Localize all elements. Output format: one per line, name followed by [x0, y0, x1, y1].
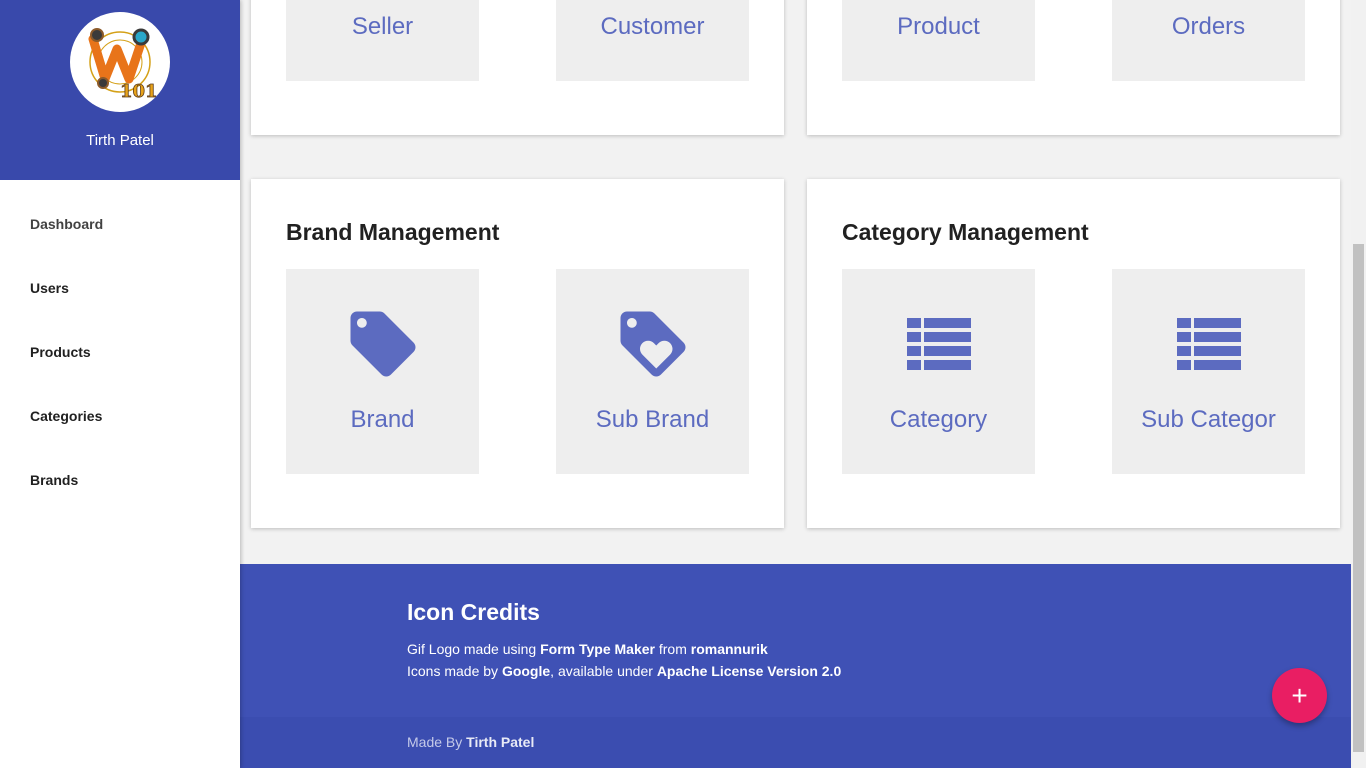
customer-tile-label: Customer [600, 13, 705, 40]
sidebar-item-products[interactable]: Products [0, 320, 240, 384]
seller-tile[interactable]: Seller [286, 0, 479, 81]
form-type-maker-link[interactable]: Form Type Maker [540, 641, 655, 657]
category-management-card: Category Management Category Sub Categor [807, 179, 1340, 528]
brand-management-card: Brand Management Brand Sub Brand [251, 179, 784, 528]
user-name: Tirth Patel [86, 132, 154, 149]
add-button[interactable]: + [1272, 668, 1327, 723]
romannurik-link[interactable]: romannurik [691, 641, 768, 657]
category-tile-label: Category [889, 406, 988, 433]
credits-title: Icon Credits [407, 599, 540, 625]
sidebar-nav: Dashboard Users Products Categories Bran… [0, 180, 240, 512]
category-management-title: Category Management [842, 219, 1089, 245]
avatar[interactable]: 101 [70, 12, 170, 112]
scrollbar[interactable] [1351, 0, 1366, 768]
sub-brand-tile-label: Sub Brand [595, 406, 710, 433]
brand-management-title: Brand Management [286, 219, 500, 245]
sidebar-item-dashboard[interactable]: Dashboard [0, 192, 240, 256]
tag-heart-icon [556, 305, 749, 383]
credit-line-logo: Gif Logo made using Form Type Maker from… [407, 641, 768, 657]
svg-text:101: 101 [120, 81, 158, 102]
scrollbar-thumb[interactable] [1353, 244, 1364, 752]
user-management-card: Seller Customer [251, 0, 784, 135]
sub-category-tile[interactable]: Sub Categor [1112, 269, 1305, 474]
credit-text: , available under [550, 663, 657, 679]
product-management-card: Product Orders [807, 0, 1340, 135]
made-by: Made By Tirth Patel [407, 734, 534, 750]
tag-icon [286, 305, 479, 383]
credit-text: from [654, 641, 691, 657]
product-tile[interactable]: Product [842, 0, 1035, 81]
product-tile-label: Product [897, 13, 980, 40]
sidebar-item-users[interactable]: Users [0, 256, 240, 320]
credit-line-icons: Icons made by Google, available under Ap… [407, 663, 841, 679]
made-by-prefix: Made By [407, 734, 467, 750]
logo-icon: 101 [88, 28, 158, 102]
google-link[interactable]: Google [502, 663, 550, 679]
credit-text: Icons made by [407, 663, 502, 679]
sub-brand-tile[interactable]: Sub Brand [556, 269, 749, 474]
list-icon [1112, 305, 1305, 383]
sidebar-item-brands[interactable]: Brands [0, 448, 240, 512]
apache-license-link[interactable]: Apache License Version 2.0 [657, 663, 841, 679]
footer: Icon Credits Gif Logo made using Form Ty… [240, 564, 1351, 768]
seller-tile-label: Seller [351, 13, 414, 40]
sub-category-tile-label: Sub Categor [1141, 406, 1276, 433]
category-tile[interactable]: Category [842, 269, 1035, 474]
sidebar: 101 Tirth Patel Dashboard Users Products… [0, 0, 240, 768]
credit-text: Gif Logo made using [407, 641, 541, 657]
brand-tile[interactable]: Brand [286, 269, 479, 474]
list-icon [842, 305, 1035, 383]
orders-tile[interactable]: Orders [1112, 0, 1305, 81]
customer-tile[interactable]: Customer [556, 0, 749, 81]
sidebar-header: 101 Tirth Patel [0, 0, 240, 180]
orders-tile-label: Orders [1171, 13, 1246, 40]
brand-tile-label: Brand [350, 406, 415, 433]
sidebar-item-categories[interactable]: Categories [0, 384, 240, 448]
author-link[interactable]: Tirth Patel [466, 734, 534, 750]
